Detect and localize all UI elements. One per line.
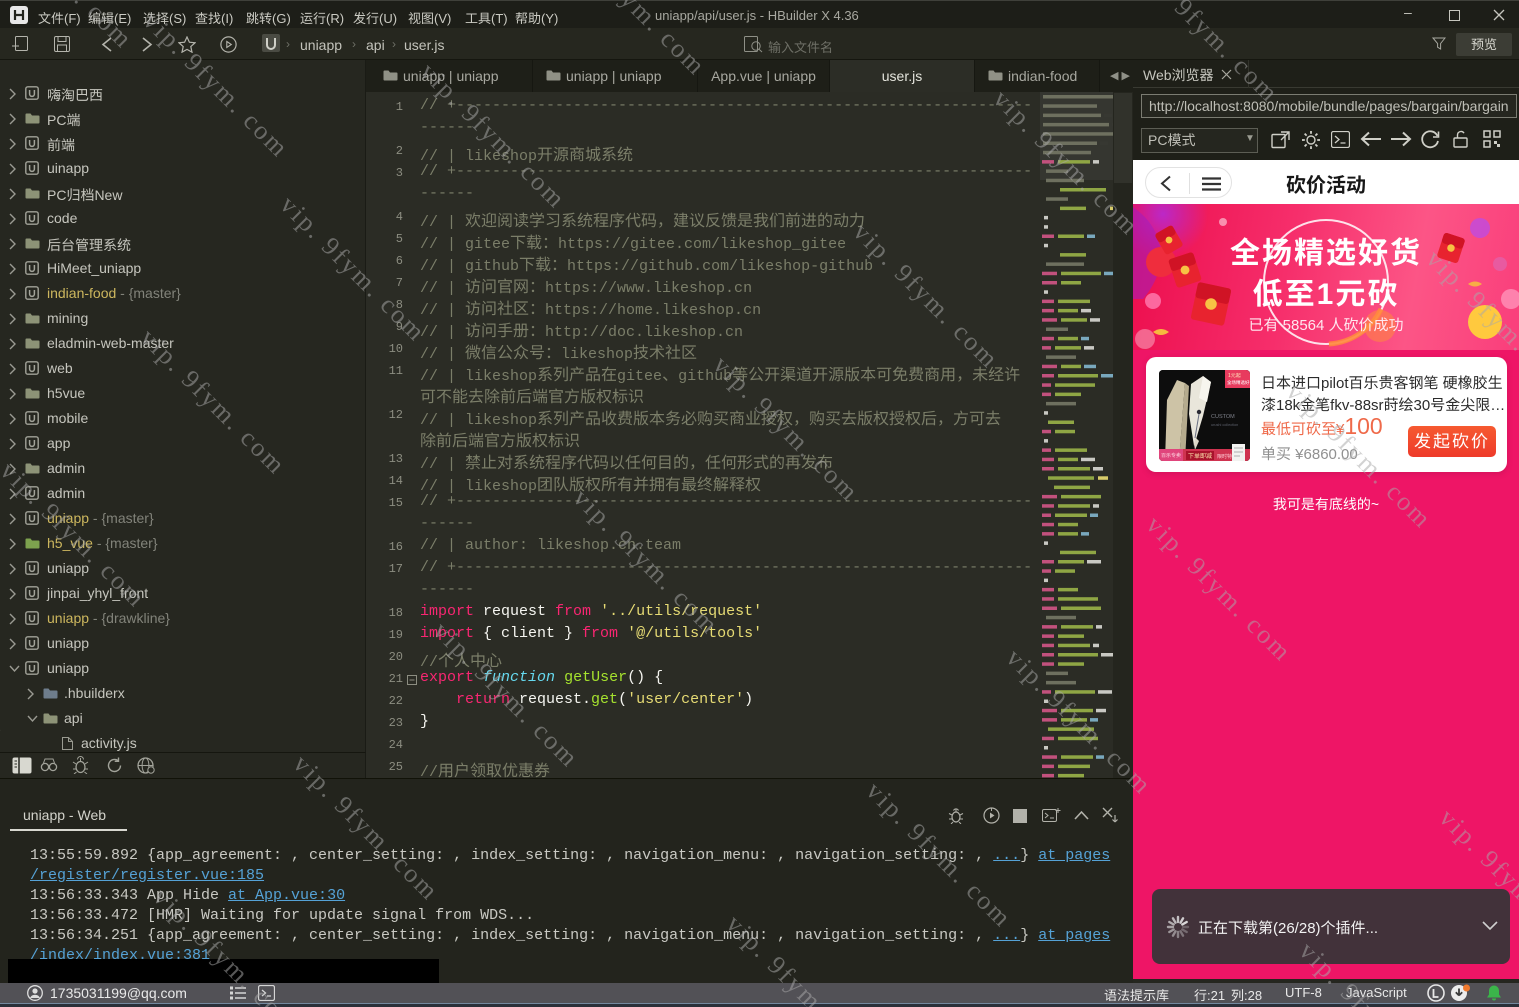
svg-text:全场精选好货: 全场精选好货 (1227, 380, 1250, 385)
svg-text:1元起: 1元起 (1228, 372, 1241, 379)
svg-text:下单即减: 下单即减 (1188, 452, 1212, 460)
svg-text:CUSTOM: CUSTOM (1211, 414, 1235, 420)
svg-text:百乐专卖: 百乐专卖 (1161, 452, 1181, 459)
svg-text:urushi collection: urushi collection (1211, 423, 1238, 427)
